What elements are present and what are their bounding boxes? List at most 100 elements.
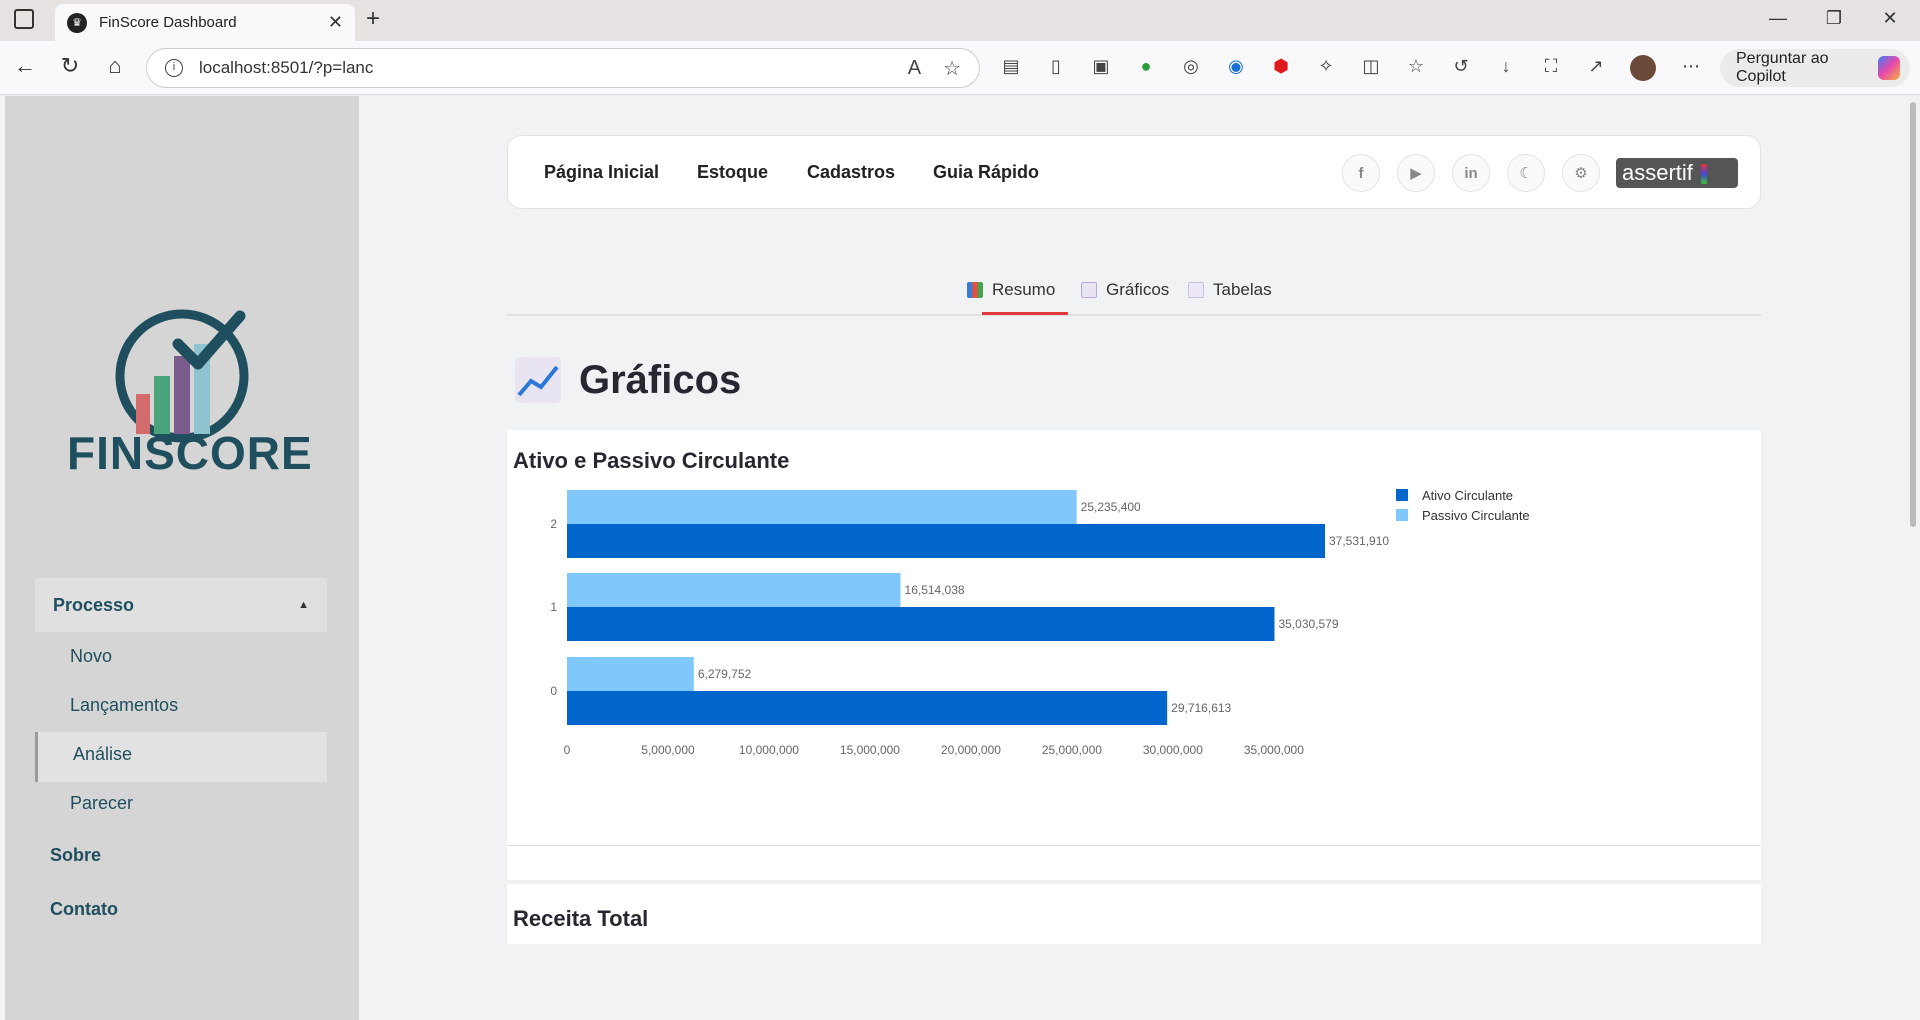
reload-icon[interactable]: ↻ [55,53,85,79]
copilot-label: Perguntar ao Copilot [1736,50,1829,85]
scrollbar[interactable] [1906,96,1920,1020]
scrollbar-thumb[interactable] [1910,102,1916,527]
menu-sobre[interactable]: Sobre [50,845,101,866]
x-tick-7: 35,000,000 [1244,743,1304,757]
data-label-ativo-0: 29,716,613 [1171,701,1231,715]
top-navigation: Página Inicial Estoque Cadastros Guia Rá… [507,135,1761,209]
legend-swatch-0 [1396,489,1408,501]
adblock-icon[interactable]: ⬢ [1268,56,1294,80]
data-label-passivo-1: 16,514,038 [905,583,965,597]
nav-estoque[interactable]: Estoque [697,162,768,183]
youtube-icon[interactable]: ▶ [1397,154,1435,192]
menu-processo[interactable]: Processo ▲ [35,578,327,632]
bar-ativo-0 [567,691,1168,725]
page-icon[interactable]: ▯ [1043,56,1069,80]
menu-item-novo[interactable]: Novo [70,646,112,667]
new-tab-icon[interactable]: + [366,5,380,33]
tab-tabelas[interactable]: Tabelas [1188,280,1272,300]
x-tick-1: 5,000,000 [641,743,695,757]
page-heading: Gráficos [515,357,741,403]
data-label-passivo-0: 6,279,752 [698,667,752,681]
home-icon[interactable]: ⌂ [100,53,130,79]
x-tick-6: 30,000,000 [1143,743,1203,757]
data-label-passivo-2: 25,235,400 [1081,500,1141,514]
tab-graficos[interactable]: Gráficos [1081,280,1169,300]
legend-swatch-1 [1396,509,1408,521]
back-icon[interactable]: ← [10,53,40,79]
menu-contato[interactable]: Contato [50,899,118,920]
copilot-button[interactable]: Perguntar ao Copilot [1720,49,1910,87]
brand-mark-icon [1700,164,1707,185]
tab-title: FinScore Dashboard [99,14,237,31]
bar-passivo-2 [567,490,1077,524]
menu-item-analise[interactable]: Análise [73,744,132,765]
chart-increasing-icon [515,357,561,403]
y-tick-0: 0 [550,684,557,698]
receita-title: Receita Total [513,906,649,931]
tab-actions-icon[interactable] [14,9,34,29]
pip-icon[interactable]: ▣ [1088,56,1114,80]
bar-chart: 6,279,752 29,716,613 0 16,514,038 35,030,579… [550,488,1530,757]
x-tick-5: 25,000,000 [1042,743,1102,757]
tab-resumo[interactable]: Resumo [967,280,1055,300]
x-tick-3: 15,000,000 [840,743,900,757]
url-text[interactable]: localhost:8501/?p=lanc [199,58,886,78]
bar-chart-icon [967,282,983,298]
y-tick-1: 1 [550,600,557,614]
caret-up-icon: ▲ [298,599,309,611]
receita-card: Receita Total [507,884,1761,944]
x-tick-4: 20,000,000 [941,743,1001,757]
favorites-icon[interactable]: ☆ [1403,56,1429,80]
nav-guia-rapido[interactable]: Guia Rápido [933,162,1039,183]
nav-pagina-inicial[interactable]: Página Inicial [544,162,659,183]
site-info-icon[interactable]: i [165,59,183,77]
chart-card: Ativo e Passivo Circulante 6,279,752 29,7… [507,430,1761,880]
data-label-ativo-2: 37,531,910 [1329,534,1389,548]
active-tab-indicator [982,312,1068,315]
browser-toolbar: ← ↻ ⌂ i localhost:8501/?p=lanc A ☆ ▤ ▯ ▣… [0,41,1920,95]
linkedin-icon[interactable]: in [1452,154,1490,192]
sidebar: FINSCORE Processo ▲ Novo Lançamentos Aná… [5,96,359,1020]
logo-text: FINSCORE [67,427,313,479]
download-icon[interactable]: ↓ [1493,56,1519,80]
address-bar[interactable]: i localhost:8501/?p=lanc A ☆ [146,48,980,88]
screenshot-icon[interactable]: ⛶ [1538,56,1564,80]
y-tick-2: 2 [550,517,557,531]
profile-avatar[interactable] [1630,55,1656,81]
menu-item-lancamentos[interactable]: Lançamentos [70,695,178,716]
extension-icon[interactable]: ◎ [1178,56,1204,80]
moon-icon[interactable]: ☾ [1507,154,1545,192]
facebook-icon[interactable]: f [1342,154,1380,192]
bar-passivo-1 [567,573,901,607]
history-icon[interactable]: ↺ [1448,56,1474,80]
favorite-star-icon[interactable]: ☆ [943,56,961,81]
nav-cadastros[interactable]: Cadastros [807,162,895,183]
legend-label-0: Ativo Circulante [1422,488,1513,503]
menu-processo-label: Processo [53,594,135,615]
reader-icon[interactable]: ▤ [998,56,1024,80]
close-window-icon[interactable]: ✕ [1870,8,1910,29]
tab-resumo-label: Resumo [992,280,1056,299]
menu-item-parecer[interactable]: Parecer [70,793,133,814]
minimize-icon[interactable]: — [1758,8,1798,29]
x-tick-2: 10,000,000 [739,743,799,757]
assertif-logo[interactable]: assertif [1616,158,1738,188]
more-menu-icon[interactable]: ⋯ [1678,56,1704,80]
bar-ativo-2 [567,524,1325,558]
close-tab-icon[interactable]: ✕ [328,12,343,33]
document-icon [1188,282,1204,298]
browser-tab-bar: ♛ FinScore Dashboard ✕ + — ❐ ✕ [0,0,1920,41]
extensions-icon[interactable]: ✧ [1313,56,1339,80]
app: FINSCORE Processo ▲ Novo Lançamentos Aná… [0,96,1920,1020]
split-screen-icon[interactable]: ◫ [1358,56,1384,80]
browser-tab[interactable]: ♛ FinScore Dashboard ✕ [55,4,355,41]
restore-icon[interactable]: ❐ [1814,8,1854,29]
line-chart-icon [1081,282,1097,298]
read-aloud-icon[interactable]: A [908,57,921,80]
evernote-icon[interactable]: ● [1133,56,1159,80]
page-title: Gráficos [579,357,742,402]
share-icon[interactable]: ↗ [1583,56,1609,80]
legend-label-1: Passivo Circulante [1422,508,1530,523]
gear-icon[interactable]: ⚙ [1562,154,1600,192]
vpn-icon[interactable]: ◉ [1223,56,1249,80]
